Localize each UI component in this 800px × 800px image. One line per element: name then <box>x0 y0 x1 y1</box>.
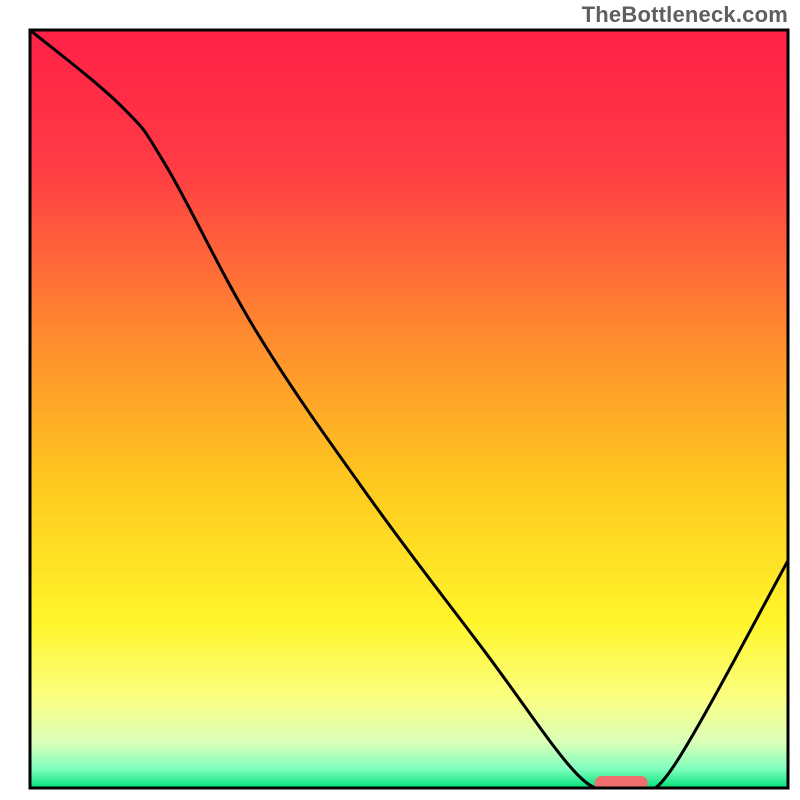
bottleneck-plot <box>0 0 800 800</box>
gradient-background <box>30 30 788 788</box>
watermark-label: TheBottleneck.com <box>582 2 788 28</box>
chart-container: TheBottleneck.com <box>0 0 800 800</box>
